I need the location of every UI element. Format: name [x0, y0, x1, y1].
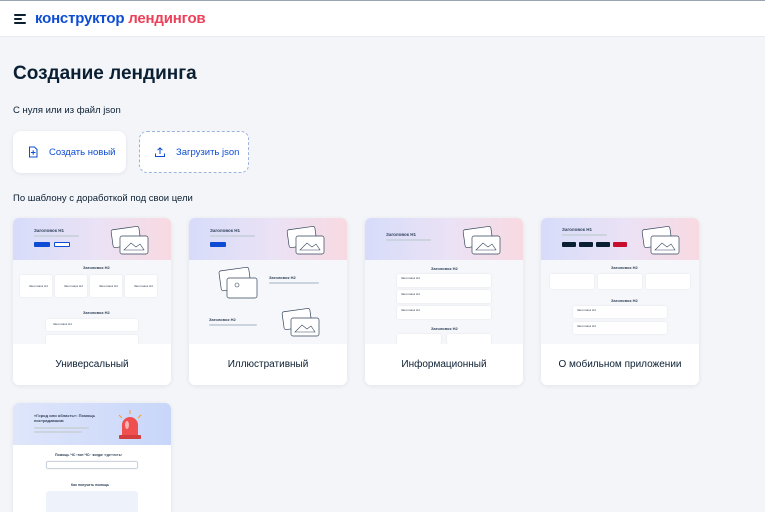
template-card-informational[interactable]: Заголовок H1 Заголовок H2 Заголовок H4 З… — [365, 218, 523, 385]
menu-icon[interactable] — [14, 13, 26, 25]
section-label-blank: С нуля или из файл json — [13, 105, 121, 116]
illustration-icon — [110, 226, 149, 255]
add-file-icon — [29, 146, 38, 158]
create-new-button[interactable]: Создать новый — [13, 131, 126, 173]
logo-part-1: конструктор — [35, 10, 125, 27]
template-card-emergency[interactable]: «Город или область»: Помощь пострадавшим… — [13, 403, 171, 512]
illustration-icon — [641, 226, 680, 255]
template-card-label: О мобильном приложении — [541, 344, 699, 385]
upload-json-label: Загрузить json — [176, 146, 240, 158]
template-card-illustrative[interactable]: Заголовок H1 Заголовок H2 Заголовок H2 И… — [189, 218, 347, 385]
illustration-icon — [218, 266, 258, 299]
illustration-icon — [286, 226, 325, 255]
app-logo[interactable]: конструктор лендингов — [35, 10, 206, 27]
illustration-icon — [462, 226, 501, 255]
upload-icon — [155, 147, 165, 157]
create-new-label: Создать новый — [49, 146, 116, 158]
top-bar: конструктор лендингов — [0, 0, 765, 37]
template-preview: Заголовок H1 Заголовок H2 Заголовок H4 З… — [365, 218, 523, 344]
template-card-label: Информационный — [365, 344, 523, 385]
section-label-template: По шаблону с доработкой под свои цели — [13, 193, 193, 204]
template-preview: Заголовок H1 Заголовок H2 Заголовок H4 З… — [13, 218, 171, 344]
template-card-label: Универсальный — [13, 344, 171, 385]
illustration-icon — [281, 308, 320, 337]
template-preview: «Город или область»: Помощь пострадавшим… — [13, 403, 171, 512]
template-card-universal[interactable]: Заголовок H1 Заголовок H2 Заголовок H4 З… — [13, 218, 171, 385]
siren-icon — [118, 410, 142, 439]
template-preview: Заголовок H1 Заголовок H2 Заголовок H2 З… — [541, 218, 699, 344]
template-card-mobile-app[interactable]: Заголовок H1 Заголовок H2 Заголовок H2 З… — [541, 218, 699, 385]
upload-json-button[interactable]: Загрузить json — [139, 131, 249, 173]
template-card-label: Иллюстративный — [189, 344, 347, 385]
template-preview: Заголовок H1 Заголовок H2 Заголовок H2 — [189, 218, 347, 344]
logo-part-2: лендингов — [128, 10, 206, 27]
page-title: Создание лендинга — [13, 63, 197, 84]
